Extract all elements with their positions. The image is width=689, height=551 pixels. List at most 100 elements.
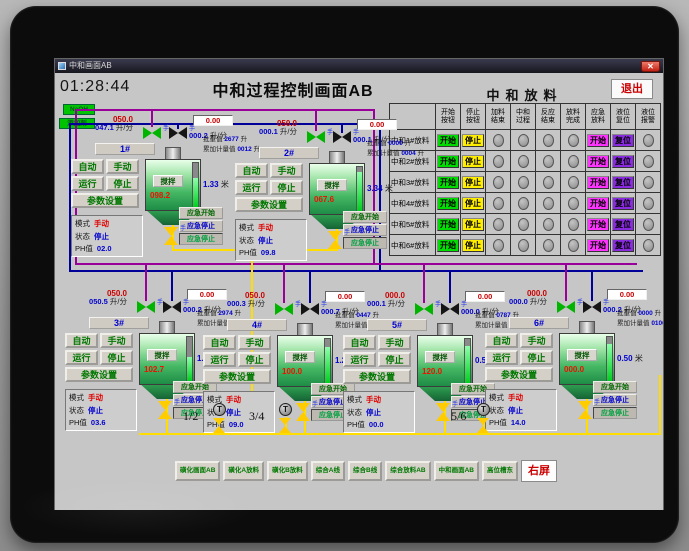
table-start-button[interactable]: 开始 xyxy=(437,133,459,147)
table-emergency-button[interactable]: 开始 xyxy=(587,196,609,210)
feed-valve-icon[interactable]: 手 xyxy=(143,126,169,139)
nav-button-5[interactable]: 综合放料AB xyxy=(385,461,431,481)
table-stop-button[interactable]: 停止 xyxy=(462,175,484,189)
pump-valve-icon[interactable] xyxy=(477,418,489,433)
feed-valve2-icon[interactable]: 手 xyxy=(301,302,327,315)
table-stop-button[interactable]: 停止 xyxy=(462,133,484,147)
stir-button[interactable]: 搅拌 xyxy=(153,175,183,187)
params-button[interactable]: 参数设置 xyxy=(235,197,303,212)
stop-button[interactable]: 停止 xyxy=(106,176,139,191)
table-start-button[interactable]: 开始 xyxy=(437,154,459,168)
stop-button[interactable]: 停止 xyxy=(238,352,271,367)
table-reset-button[interactable]: 复位 xyxy=(612,175,634,189)
manual-button[interactable]: 手动 xyxy=(238,335,271,350)
auto-button[interactable]: 自动 xyxy=(65,333,98,348)
run-button[interactable]: 运行 xyxy=(343,352,376,367)
run-button[interactable]: 运行 xyxy=(235,180,268,195)
table-emergency-button[interactable]: 开始 xyxy=(587,238,609,252)
table-start-button[interactable]: 开始 xyxy=(437,196,459,210)
nav-button-0[interactable]: 磺化画面AB xyxy=(175,461,221,481)
feed-valve2-icon[interactable]: 手 xyxy=(169,126,195,139)
table-start-button[interactable]: 开始 xyxy=(437,217,459,231)
table-emergency-button[interactable]: 开始 xyxy=(587,133,609,147)
params-button[interactable]: 参数设置 xyxy=(343,369,411,384)
params-button[interactable]: 参数设置 xyxy=(485,367,553,382)
reactor-buttons: 自动 手动 运行 停止 参数设置 xyxy=(485,333,557,382)
discharge-valve-icon[interactable]: 手 xyxy=(164,226,186,245)
stop-button[interactable]: 停止 xyxy=(520,350,553,365)
nav-button-7[interactable]: 高位槽东 xyxy=(481,461,518,481)
emergency-start-button[interactable]: 应急开始 xyxy=(179,207,223,219)
table-reset-button[interactable]: 复位 xyxy=(612,238,634,252)
discharge-valve-icon[interactable]: 手 xyxy=(158,400,180,419)
exit-button[interactable]: 退出 xyxy=(611,79,653,99)
table-stop-button[interactable]: 停止 xyxy=(462,238,484,252)
params-button[interactable]: 参数设置 xyxy=(203,369,271,384)
discharge-valve-icon[interactable]: 手 xyxy=(296,402,318,421)
auto-button[interactable]: 自动 xyxy=(343,335,376,350)
emergency-start-button[interactable]: 应急开始 xyxy=(593,381,637,393)
table-reset-button[interactable]: 复位 xyxy=(612,196,634,210)
manual-button[interactable]: 手动 xyxy=(520,333,553,348)
close-icon[interactable]: ✕ xyxy=(641,60,660,72)
auto-button[interactable]: 自动 xyxy=(71,159,104,174)
stop-button[interactable]: 停止 xyxy=(378,352,411,367)
emergency-stop-indicator[interactable]: 应急停止 xyxy=(593,407,637,419)
feed-valve2-icon[interactable]: 手 xyxy=(583,300,609,313)
stir-button[interactable]: 搅拌 xyxy=(317,179,347,191)
table-reset-button[interactable]: 复位 xyxy=(612,154,634,168)
table-start-button[interactable]: 开始 xyxy=(437,175,459,189)
stop-button[interactable]: 停止 xyxy=(270,180,303,195)
stop-button[interactable]: 停止 xyxy=(100,350,133,365)
nav-button-2[interactable]: 磺化B放料 xyxy=(267,461,308,481)
table-stop-button[interactable]: 停止 xyxy=(462,196,484,210)
table-reset-button[interactable]: 复位 xyxy=(612,133,634,147)
discharge-valve-icon[interactable]: 手 xyxy=(328,230,350,249)
manual-button[interactable]: 手动 xyxy=(270,163,303,178)
pump-valve-icon[interactable] xyxy=(279,418,291,433)
stir-button[interactable]: 搅拌 xyxy=(425,351,455,363)
feed-valve2-icon[interactable]: 手 xyxy=(333,130,359,143)
run-button[interactable]: 运行 xyxy=(65,350,98,365)
emergency-start-button[interactable]: 应急开始 xyxy=(343,211,387,223)
table-emergency-button[interactable]: 开始 xyxy=(587,217,609,231)
params-button[interactable]: 参数设置 xyxy=(65,367,133,382)
pump-valve-icon[interactable] xyxy=(213,418,225,433)
table-emergency-button[interactable]: 开始 xyxy=(587,154,609,168)
stir-button[interactable]: 搅拌 xyxy=(147,349,177,361)
feed-valve2-icon[interactable]: 手 xyxy=(163,300,189,313)
nav-button-4[interactable]: 综合B线 xyxy=(348,461,383,481)
feed-valve-icon[interactable]: 手 xyxy=(415,302,441,315)
nav-button-6[interactable]: 中和画面AB xyxy=(433,461,479,481)
nav-button-3[interactable]: 综合A线 xyxy=(310,461,345,481)
table-start-button[interactable]: 开始 xyxy=(437,238,459,252)
discharge-valve-icon[interactable]: 手 xyxy=(436,402,458,421)
feed-valve-icon[interactable]: 手 xyxy=(275,302,301,315)
stir-button[interactable]: 搅拌 xyxy=(285,351,315,363)
params-button[interactable]: 参数设置 xyxy=(71,193,139,208)
table-emergency-button[interactable]: 开始 xyxy=(587,175,609,189)
manual-button[interactable]: 手动 xyxy=(378,335,411,350)
run-button[interactable]: 运行 xyxy=(203,352,236,367)
nav-button-8[interactable]: 右屏 xyxy=(520,460,557,482)
auto-button[interactable]: 自动 xyxy=(485,333,518,348)
feed-valve-icon[interactable]: 手 xyxy=(137,300,163,313)
manual-button[interactable]: 手动 xyxy=(100,333,133,348)
feed-valve-icon[interactable]: 手 xyxy=(557,300,583,313)
feed-valve2-icon[interactable]: 手 xyxy=(441,302,467,315)
emergency-stop-indicator[interactable]: 应急停止 xyxy=(343,237,387,249)
run-button[interactable]: 运行 xyxy=(71,176,104,191)
tank-vent xyxy=(297,323,313,335)
discharge-valve-icon[interactable]: 手 xyxy=(578,400,600,419)
table-reset-button[interactable]: 复位 xyxy=(612,217,634,231)
emergency-stop-indicator[interactable]: 应急停止 xyxy=(179,233,223,245)
table-stop-button[interactable]: 停止 xyxy=(462,217,484,231)
table-stop-button[interactable]: 停止 xyxy=(462,154,484,168)
auto-button[interactable]: 自动 xyxy=(235,163,268,178)
stir-button[interactable]: 搅拌 xyxy=(567,349,597,361)
auto-button[interactable]: 自动 xyxy=(203,335,236,350)
run-button[interactable]: 运行 xyxy=(485,350,518,365)
manual-button[interactable]: 手动 xyxy=(106,159,139,174)
feed-valve-icon[interactable]: 手 xyxy=(307,130,333,143)
nav-button-1[interactable]: 磺化A放料 xyxy=(223,461,265,481)
